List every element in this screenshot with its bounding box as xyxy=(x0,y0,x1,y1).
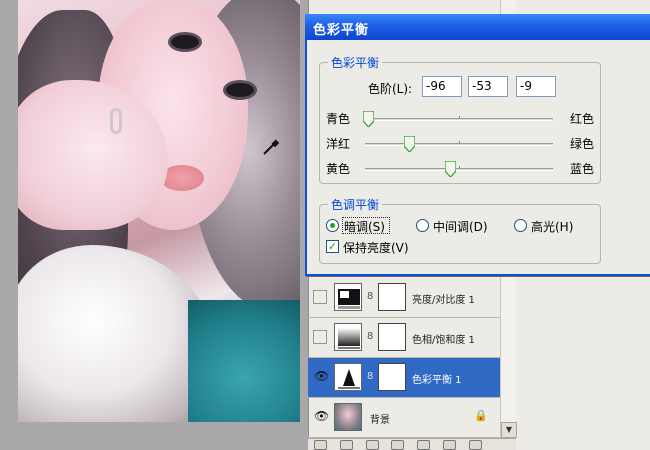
slider-thumb-icon[interactable] xyxy=(363,111,375,127)
layer-mask-thumbnail[interactable] xyxy=(378,323,406,351)
color-balance-group: 色彩平衡 色阶(L): -96 -53 -9 青色 红色 洋红 绿色 黄色 蓝色 xyxy=(319,54,601,184)
lock-icon: 🔒 xyxy=(474,409,488,422)
layer-name: 背景 xyxy=(370,415,390,426)
midtones-label: 中间调(D) xyxy=(433,220,488,234)
preserve-luminosity-checkbox[interactable]: ✓ xyxy=(326,240,339,253)
shadows-label: 暗调(S) xyxy=(344,220,385,234)
level-magenta-green-field[interactable]: -53 xyxy=(468,76,508,97)
photo-teal-jacket xyxy=(188,300,300,422)
dialog-title: 色彩平衡 xyxy=(313,23,370,38)
link-layers-icon[interactable] xyxy=(314,440,327,450)
cyan-red-slider[interactable] xyxy=(363,111,553,127)
slider-magenta-label: 洋红 xyxy=(326,137,351,151)
layer-row-background[interactable]: 👁 背景 🔒 xyxy=(308,398,500,438)
shadows-radio[interactable] xyxy=(326,219,339,232)
layer-row-hue-saturation[interactable]: 8 色相/饱和度 1 xyxy=(308,318,500,358)
brightness-contrast-adjustment-icon xyxy=(334,283,362,311)
layer-visibility-toggle[interactable] xyxy=(313,330,327,344)
slider-blue-label: 蓝色 xyxy=(570,162,595,176)
layer-name: 色彩平衡 1 xyxy=(412,375,462,386)
eye-visibility-icon[interactable]: 👁 xyxy=(314,409,329,423)
new-group-icon[interactable] xyxy=(417,440,431,450)
slider-green-label: 绿色 xyxy=(570,137,595,151)
slider-thumb-icon[interactable] xyxy=(403,136,415,152)
layer-row-color-balance[interactable]: 👁 8 色彩平衡 1 xyxy=(308,358,500,398)
tone-balance-group-title: 色调平衡 xyxy=(328,196,383,213)
layer-mask-thumbnail[interactable] xyxy=(378,283,406,311)
magenta-green-slider[interactable] xyxy=(365,136,553,152)
levels-label: 色阶(L): xyxy=(368,82,413,96)
document-photo[interactable] xyxy=(18,0,300,422)
layer-style-icon[interactable] xyxy=(339,440,353,450)
color-balance-group-title: 色彩平衡 xyxy=(328,54,383,71)
background-layer-thumbnail xyxy=(334,403,362,431)
adjustment-layer-icon[interactable] xyxy=(391,440,405,450)
layers-bottom-toolbar xyxy=(308,438,516,450)
slider-red-label: 红色 xyxy=(570,112,595,126)
eyedropper-cursor-icon xyxy=(263,139,280,155)
color-balance-dialog: 色彩平衡 色彩平衡 色阶(L): -96 -53 -9 青色 红色 洋红 绿色 … xyxy=(305,14,650,276)
scroll-down-arrow-icon[interactable]: ▼ xyxy=(501,422,517,438)
delete-layer-icon[interactable] xyxy=(468,440,482,450)
eye-visibility-icon[interactable]: 👁 xyxy=(314,369,329,383)
midtones-radio[interactable] xyxy=(416,219,429,232)
mask-link-icon[interactable]: 8 xyxy=(367,291,373,302)
mask-link-icon[interactable]: 8 xyxy=(367,331,373,342)
dialog-title-bar[interactable]: 色彩平衡 xyxy=(305,14,650,40)
photo-eye-right xyxy=(223,80,257,100)
photo-ring xyxy=(110,108,122,134)
new-layer-icon[interactable] xyxy=(443,440,457,450)
slider-thumb-icon[interactable] xyxy=(445,161,457,177)
slider-cyan-label: 青色 xyxy=(326,112,351,126)
highlights-label: 高光(H) xyxy=(531,220,574,234)
level-yellow-blue-field[interactable]: -9 xyxy=(516,76,556,97)
layer-mask-thumbnail[interactable] xyxy=(378,363,406,391)
mask-link-icon[interactable]: 8 xyxy=(367,371,373,382)
color-balance-adjustment-icon xyxy=(334,363,362,391)
tone-balance-group: 色调平衡 暗调(S) 中间调(D) 高光(H) ✓ 保持亮度(V) xyxy=(319,196,601,264)
layer-row-brightness-contrast[interactable]: 8 亮度/对比度 1 xyxy=(308,278,500,318)
layer-name: 亮度/对比度 1 xyxy=(412,295,475,306)
yellow-blue-slider[interactable] xyxy=(365,161,553,177)
add-mask-icon[interactable] xyxy=(365,440,379,450)
preserve-luminosity-label: 保持亮度(V) xyxy=(343,241,409,255)
photo-eye-left xyxy=(168,32,202,52)
layer-name: 色相/饱和度 1 xyxy=(412,335,475,346)
hue-saturation-adjustment-icon xyxy=(334,323,362,351)
layer-visibility-toggle[interactable] xyxy=(313,290,327,304)
highlights-radio[interactable] xyxy=(514,219,527,232)
level-cyan-red-field[interactable]: -96 xyxy=(422,76,462,97)
slider-yellow-label: 黄色 xyxy=(326,162,351,176)
document-canvas-area xyxy=(0,0,308,450)
